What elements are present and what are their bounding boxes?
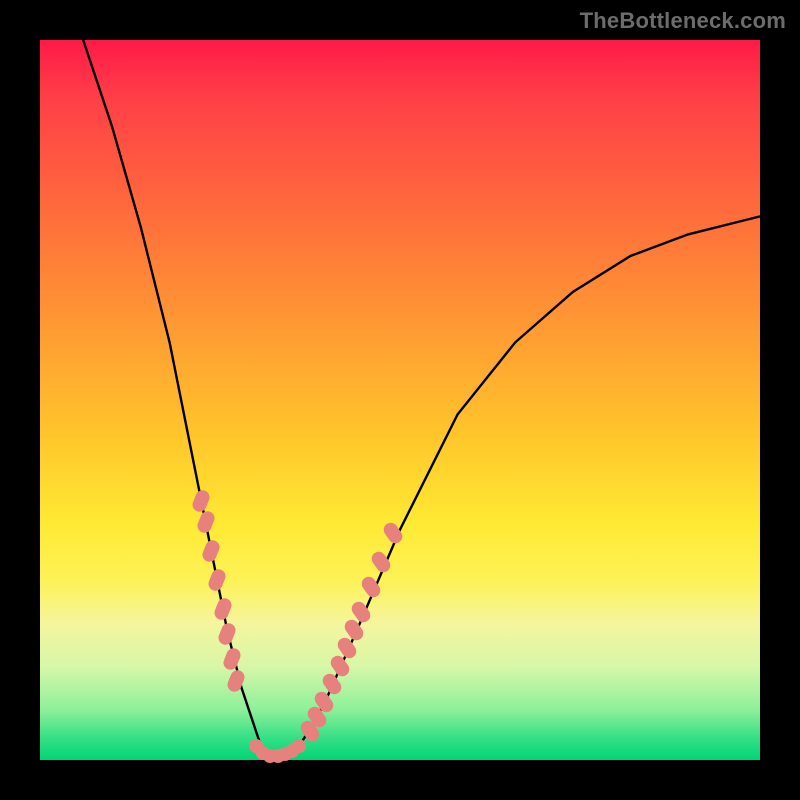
bottleneck-curve xyxy=(40,40,760,760)
curve-path xyxy=(83,40,760,760)
plot-area xyxy=(40,40,760,760)
watermark-label: TheBottleneck.com xyxy=(580,8,786,34)
figure-root: TheBottleneck.com xyxy=(0,0,800,800)
highlight-dot xyxy=(292,739,306,753)
